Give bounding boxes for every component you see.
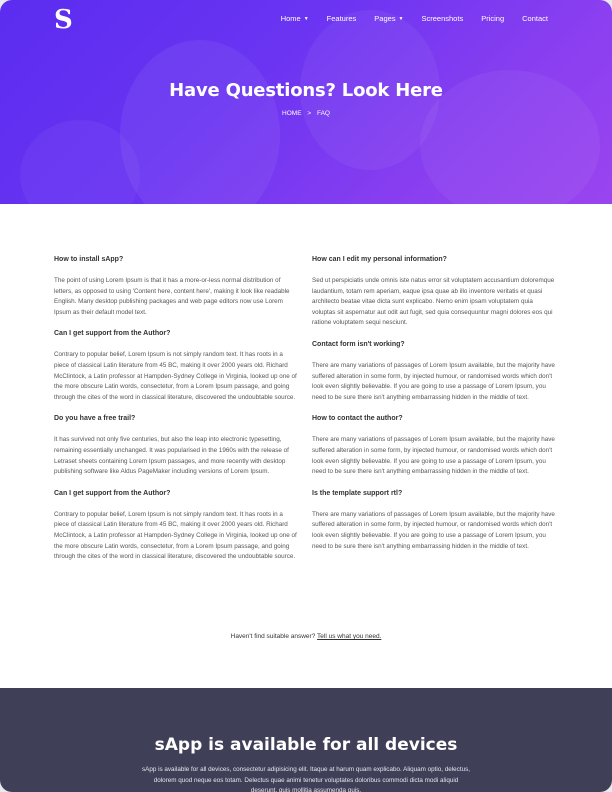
nav-item-label: Contact xyxy=(522,14,548,23)
faq-answer: Contrary to popular belief, Lorem Ipsum … xyxy=(54,510,297,561)
breadcrumb-home-link[interactable]: HOME xyxy=(282,110,302,117)
page-title: Have Questions? Look Here xyxy=(169,80,443,101)
nav-menu: Home ▼ Features Pages ▼ Screenshots Pric… xyxy=(263,14,548,23)
nav-item-label: Home xyxy=(280,14,301,23)
faq-question: How to contact the author? xyxy=(312,415,403,423)
faq-answer: Contrary to popular belief, Lorem Ipsum … xyxy=(54,351,297,401)
faq-cta: Haven't find suitable answer? Tell us wh… xyxy=(0,633,612,640)
faq-question: Contact form isn't working? xyxy=(312,340,405,348)
faq-column-left: How to install sApp? The point of using … xyxy=(54,256,298,575)
faq-question: Can I get support from the Author? xyxy=(54,489,171,497)
breadcrumb: HOME > FAQ xyxy=(0,110,612,117)
nav-item-features[interactable]: Features xyxy=(327,14,357,23)
nav-item-label: Features xyxy=(326,14,357,23)
sapp-logo[interactable]: S xyxy=(54,7,78,33)
faq-section: How to install sApp? The point of using … xyxy=(0,204,612,688)
breadcrumb-current: FAQ xyxy=(316,110,330,117)
nav-item-home[interactable]: Home ▼ xyxy=(281,14,309,23)
hero-banner: S Home ▼ Features Pages ▼ Screenshots Pr… xyxy=(0,0,612,204)
faq-answer: There are many variations of passages of… xyxy=(312,361,555,401)
faq-answer: Sed ut perspiciatis unde omnis iste natu… xyxy=(312,277,555,327)
faq-cta-text: Haven't find suitable answer? xyxy=(230,633,316,640)
faq-question: Can I get support from the Author? xyxy=(54,330,171,338)
nav-item-contact[interactable]: Contact xyxy=(522,14,548,23)
devices-title: sApp is available for all devices xyxy=(154,735,458,755)
nav-item-label: Pages xyxy=(374,14,396,23)
devices-section: sApp is available for all devices sApp i… xyxy=(0,688,612,792)
faq-answer: The point of using Lorem Ipsum is that i… xyxy=(54,277,290,316)
chevron-down-icon: ▼ xyxy=(303,15,309,22)
faq-column-right: How can I edit my personal information? … xyxy=(312,256,556,564)
faq-answer: There are many variations of passages of… xyxy=(312,436,555,476)
nav-item-label: Screenshots xyxy=(421,14,464,23)
nav-item-screenshots[interactable]: Screenshots xyxy=(422,14,464,23)
faq-answer: It has survived not only five centuries,… xyxy=(54,436,289,476)
nav-item-pages[interactable]: Pages ▼ xyxy=(374,14,403,23)
faq-question: How to install sApp? xyxy=(54,256,124,263)
nav-item-pricing[interactable]: Pricing xyxy=(481,14,504,23)
nav-item-label: Pricing xyxy=(481,14,505,23)
faq-question: Do you have a free trail? xyxy=(54,415,136,423)
page: S Home ▼ Features Pages ▼ Screenshots Pr… xyxy=(0,0,612,792)
faq-answer: There are many variations of passages of… xyxy=(312,510,555,550)
chevron-down-icon: ▼ xyxy=(398,15,404,22)
hero-background-shape xyxy=(120,40,280,204)
faq-question: How can I edit my personal information? xyxy=(312,256,447,263)
breadcrumb-separator-icon: > xyxy=(307,110,312,117)
faq-question: Is the template support rtl? xyxy=(312,489,403,497)
devices-description: sApp is available for all devices, conse… xyxy=(142,766,470,792)
tell-us-link[interactable]: Tell us what you need. xyxy=(317,633,381,640)
top-navigation: S Home ▼ Features Pages ▼ Screenshots Pr… xyxy=(0,0,612,40)
